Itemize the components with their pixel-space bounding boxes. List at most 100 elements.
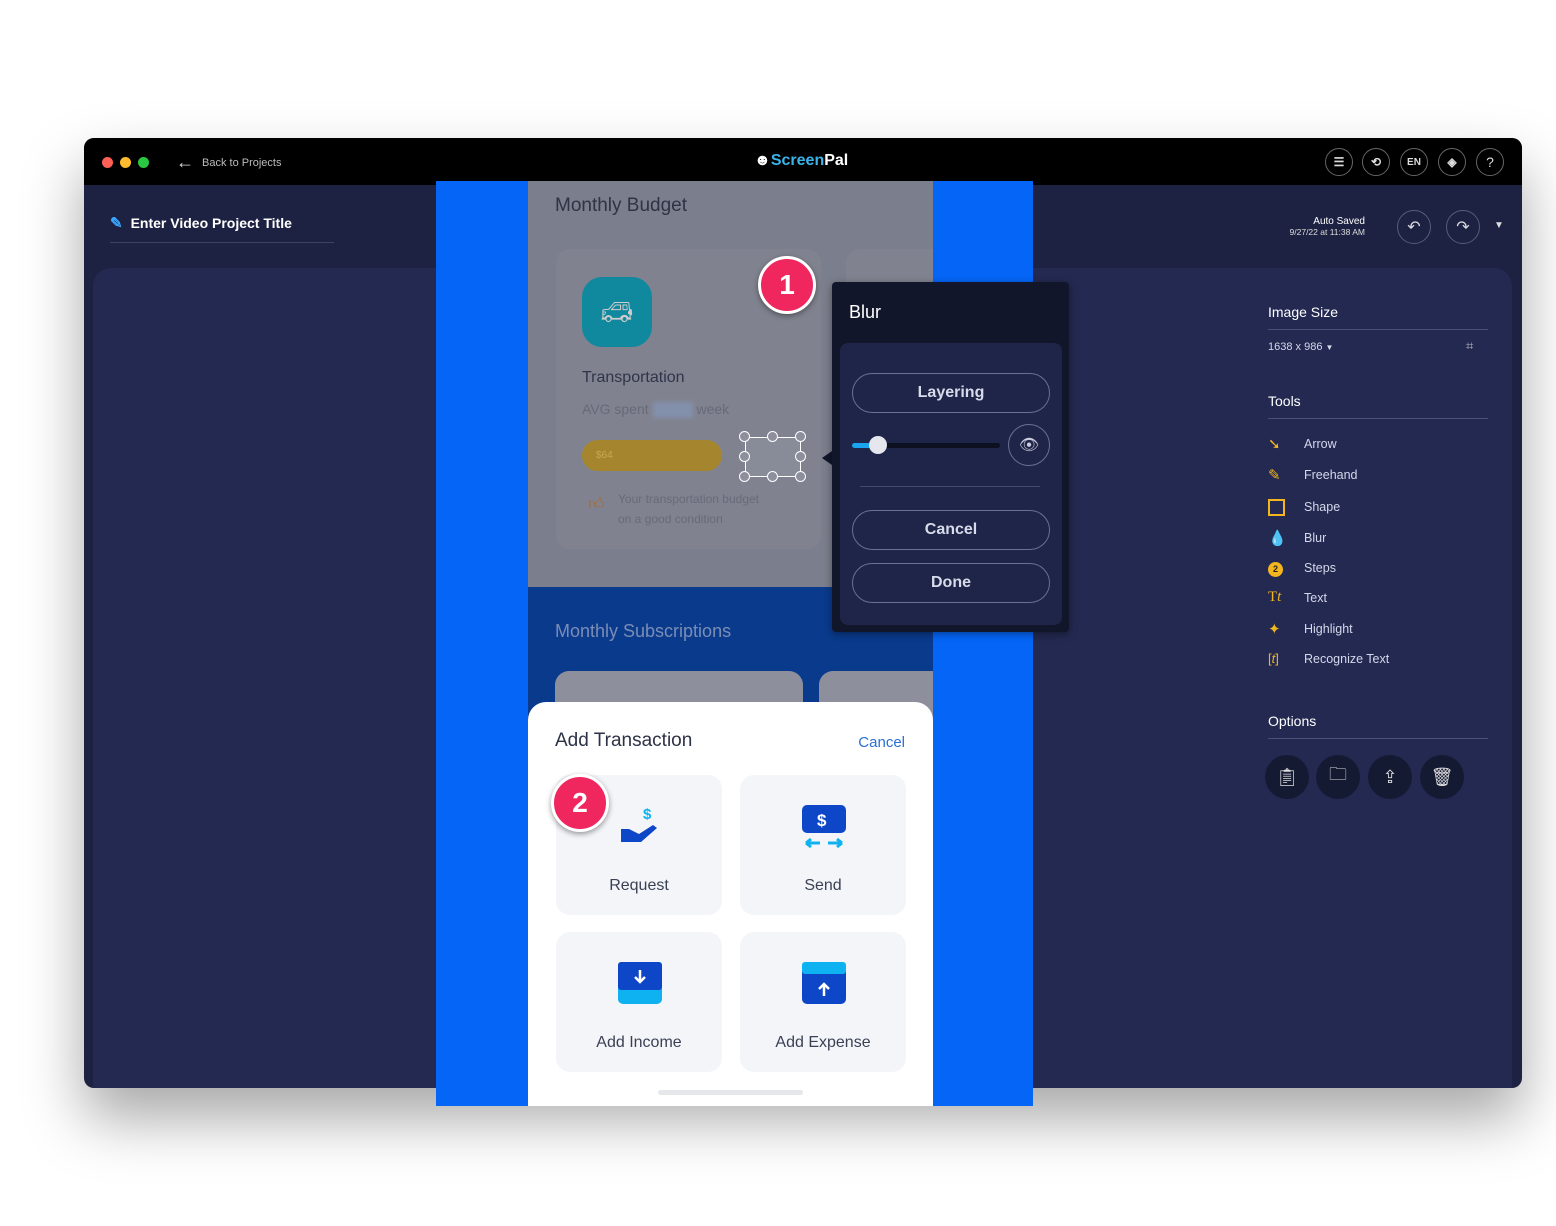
done-button[interactable]: Done <box>852 563 1050 603</box>
avg-prefix: AVG spent <box>582 401 649 417</box>
popover-pointer <box>822 451 832 465</box>
tool-label: Shape <box>1304 499 1341 514</box>
screenpal-logo: ☻ScreenPal <box>754 152 848 170</box>
help-icon[interactable]: ? <box>1476 148 1504 176</box>
step-marker-1[interactable]: 1 <box>758 256 816 314</box>
auto-saved-label: Auto Saved <box>1313 216 1365 227</box>
tool-steps[interactable]: 2 Steps <box>1268 559 1336 577</box>
redo-button[interactable]: ↷ <box>1446 210 1480 244</box>
tool-label: Recognize Text <box>1304 651 1390 666</box>
arrow-icon: ➘ <box>1268 436 1281 453</box>
tool-label: Freehand <box>1304 468 1358 482</box>
checklist-icon[interactable]: ☰ <box>1325 148 1353 176</box>
car-icon: 🚙︎ <box>582 277 652 347</box>
back-to-projects-link[interactable]: ← Back to Projects <box>176 152 281 173</box>
steps-icon: 2 <box>1268 559 1304 577</box>
step-marker-2[interactable]: 2 <box>551 774 609 832</box>
resize-handle[interactable] <box>739 431 750 442</box>
add-expense-icon <box>802 962 846 1004</box>
image-size-heading: Image Size <box>1268 304 1488 330</box>
avg-spent: AVG spent week <box>582 401 730 419</box>
divider <box>860 486 1040 487</box>
blur-panel-title: Blur <box>849 302 882 322</box>
minimize-window-button[interactable] <box>120 157 131 168</box>
blur-panel: Blur Layering 👁︎ Cancel Done <box>832 282 1069 632</box>
image-size-dropdown[interactable]: 1638 x 986 ▼ <box>1268 341 1333 353</box>
tool-label: Text <box>1304 590 1327 605</box>
tile-label: Add Expense <box>775 1034 871 1051</box>
cancel-button[interactable]: Cancel <box>852 510 1050 550</box>
add-transaction-sheet: Add Transaction Cancel $ Request $ Send … <box>528 702 933 1106</box>
arrow-left-icon: ← <box>176 152 194 172</box>
clipboard-icon[interactable]: 📋︎ <box>1265 755 1309 799</box>
undo-button[interactable]: ↶ <box>1397 210 1431 244</box>
slider-knob[interactable] <box>869 436 888 454</box>
resize-handle[interactable] <box>767 471 778 482</box>
home-indicator <box>658 1090 803 1095</box>
tool-arrow[interactable]: ➘ Arrow <box>1268 435 1337 453</box>
layers-icon[interactable]: ◈ <box>1438 148 1466 176</box>
resize-handle[interactable] <box>767 431 778 442</box>
tile-label: Send <box>804 877 842 894</box>
sheet-title: Add Transaction <box>555 730 693 751</box>
options-heading: Options <box>1268 713 1488 739</box>
resize-handle[interactable] <box>739 451 750 462</box>
recognize-text-icon: [t] <box>1268 651 1279 666</box>
blur-icon: 💧 <box>1268 530 1287 547</box>
thumbs-up-icon: 👍︎ <box>588 496 605 513</box>
sheet-cancel-button[interactable]: Cancel <box>858 734 905 751</box>
tool-shape[interactable]: Shape <box>1268 498 1340 516</box>
history-icon[interactable]: ⟲ <box>1362 148 1390 176</box>
title-bar: ← Back to Projects ☻ScreenPal ☰ ⟲ EN ◈ ? <box>84 138 1522 185</box>
tool-highlight[interactable]: ✦ Highlight <box>1268 620 1353 638</box>
maximize-window-button[interactable] <box>138 157 149 168</box>
project-title-field[interactable]: ✎ Enter Video Project Title <box>110 214 334 243</box>
avg-suffix: week <box>696 401 730 417</box>
blur-panel-body: Layering 👁︎ Cancel Done <box>840 343 1062 625</box>
svg-text:$: $ <box>643 806 652 823</box>
tip-line: Your transportation budget <box>618 492 759 506</box>
eye-off-icon[interactable]: 👁︎ <box>1008 424 1050 466</box>
tool-label: Steps <box>1304 561 1336 575</box>
card-title: Transportation <box>582 369 685 386</box>
blur-intensity-slider[interactable] <box>852 436 1000 454</box>
send-tile[interactable]: $ Send <box>740 775 906 915</box>
tool-blur[interactable]: 💧 Blur <box>1268 529 1326 547</box>
tool-recognize-text[interactable]: [t] Recognize Text <box>1268 651 1389 666</box>
resize-handle[interactable] <box>795 471 806 482</box>
edit-icon: ✎ <box>110 215 123 232</box>
resize-handle[interactable] <box>795 431 806 442</box>
close-window-button[interactable] <box>102 157 113 168</box>
language-button[interactable]: EN <box>1400 148 1428 176</box>
add-income-icon <box>618 962 662 1004</box>
monthly-subscriptions-heading: Monthly Subscriptions <box>555 621 732 641</box>
back-label: Back to Projects <box>202 156 282 169</box>
folder-icon[interactable]: 🗀 <box>1316 755 1360 799</box>
add-expense-tile[interactable]: Add Expense <box>740 932 906 1072</box>
tip-line: on a good condition <box>618 512 723 526</box>
upload-icon[interactable]: ⇪ <box>1368 755 1412 799</box>
resize-handle[interactable] <box>739 471 750 482</box>
tool-text[interactable]: Tt Text <box>1268 589 1327 606</box>
svg-text:$: $ <box>817 811 827 830</box>
chevron-down-icon[interactable]: ▼ <box>1494 220 1504 231</box>
budget-tip: Your transportation budget on a good cond… <box>618 489 759 529</box>
image-size-value: 1638 x 986 <box>1268 341 1323 353</box>
add-income-tile[interactable]: Add Income <box>556 932 722 1072</box>
crop-icon[interactable]: ⌗ <box>1466 338 1473 354</box>
tool-label: Blur <box>1304 531 1327 545</box>
freehand-icon: ✎ <box>1268 467 1281 484</box>
auto-saved-status: Auto Saved 9/27/22 at 11:38 AM <box>1290 216 1365 238</box>
shape-icon <box>1268 498 1304 516</box>
text-icon: Tt <box>1268 589 1282 605</box>
project-title: Enter Video Project Title <box>130 215 292 231</box>
highlight-icon: ✦ <box>1268 621 1281 638</box>
monthly-budget-heading: Monthly Budget <box>555 195 688 216</box>
resize-handle[interactable] <box>795 451 806 462</box>
caret-down-icon: ▼ <box>1325 343 1334 352</box>
request-icon: $ <box>621 806 657 842</box>
tool-label: Arrow <box>1304 437 1337 451</box>
layering-button[interactable]: Layering <box>852 373 1050 413</box>
tool-freehand[interactable]: ✎ Freehand <box>1268 466 1358 484</box>
trash-icon[interactable]: 🗑︎ <box>1420 755 1464 799</box>
